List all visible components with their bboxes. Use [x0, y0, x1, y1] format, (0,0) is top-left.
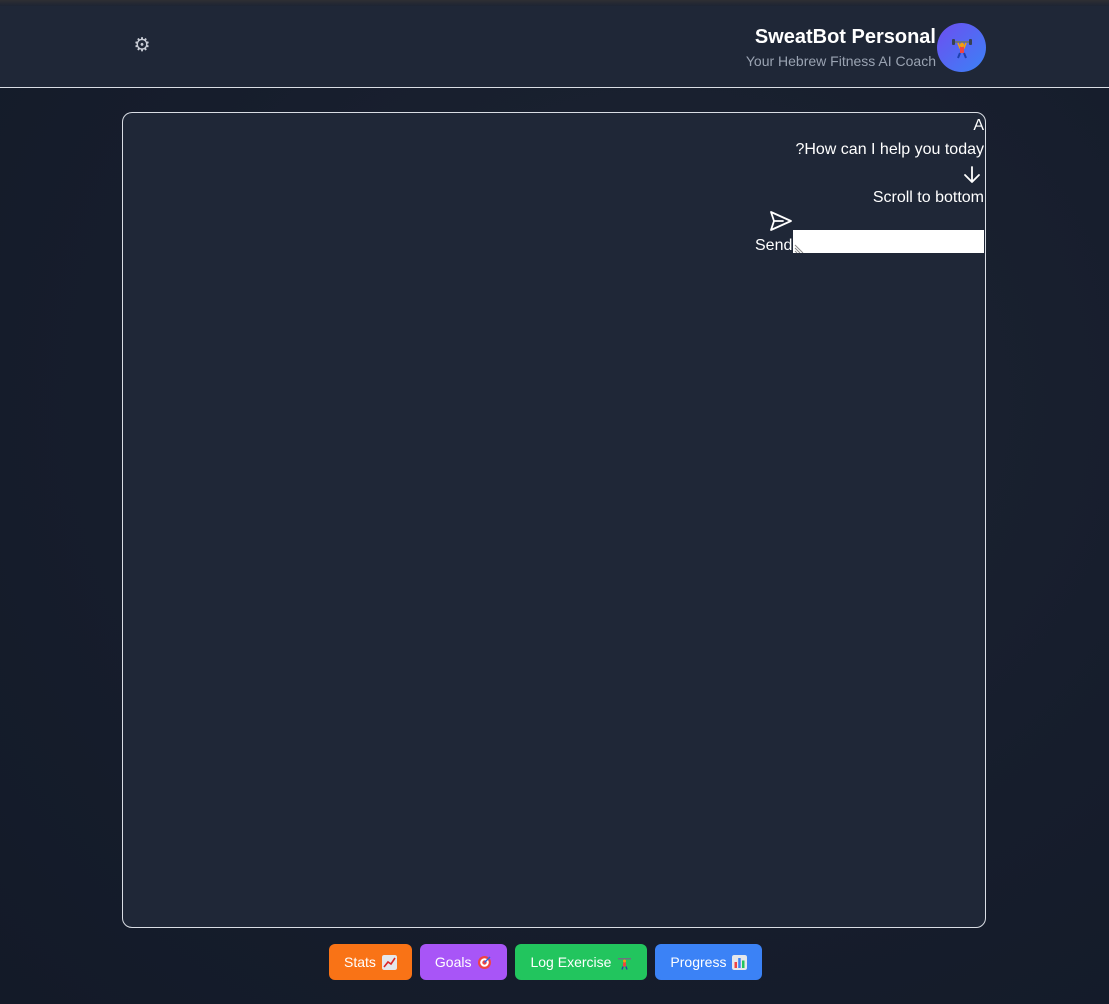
gear-icon[interactable]: ⚙ [132, 36, 152, 56]
app-subtitle: Your Hebrew Fitness AI Coach [745, 53, 936, 69]
assistant-message: ?How can I help you today [795, 141, 984, 158]
app-title: SweatBot Personal [754, 26, 936, 48]
arrow-down-icon[interactable] [962, 165, 982, 185]
chart-up-icon [381, 954, 397, 970]
goals-button-label: Goals [434, 954, 472, 970]
stats-button-label: Stats [344, 954, 376, 970]
log-exercise-button[interactable]: Log Exercise [515, 944, 648, 980]
resize-grip-icon[interactable] [794, 242, 805, 253]
stats-button[interactable]: Stats [329, 944, 412, 980]
bar-chart-icon [732, 954, 748, 970]
scroll-to-bottom-button[interactable]: Scroll to bottom [873, 189, 984, 207]
weightlifter-icon [951, 38, 972, 58]
brand: SweatBot Personal Your Hebrew Fitness AI… [746, 26, 936, 69]
send-button[interactable]: Send [755, 237, 792, 255]
log-exercise-button-label: Log Exercise [530, 954, 612, 970]
assistant-avatar-letter: A [973, 117, 984, 134]
goals-button[interactable]: Goals [419, 944, 508, 980]
app-header: ⚙ SweatBot Personal Your Hebrew Fitness … [0, 6, 1109, 88]
avatar [937, 23, 986, 72]
target-icon [478, 955, 492, 969]
send-icon[interactable] [769, 210, 793, 232]
progress-button-label: Progress [670, 954, 727, 970]
weightlifter-icon [618, 957, 632, 970]
quick-actions: Stats Goals Log Exercise Progress [329, 944, 763, 980]
progress-button[interactable]: Progress [655, 944, 763, 980]
chat-panel: A ?How can I help you today Scroll to bo… [122, 112, 986, 928]
message-input[interactable] [793, 230, 984, 253]
